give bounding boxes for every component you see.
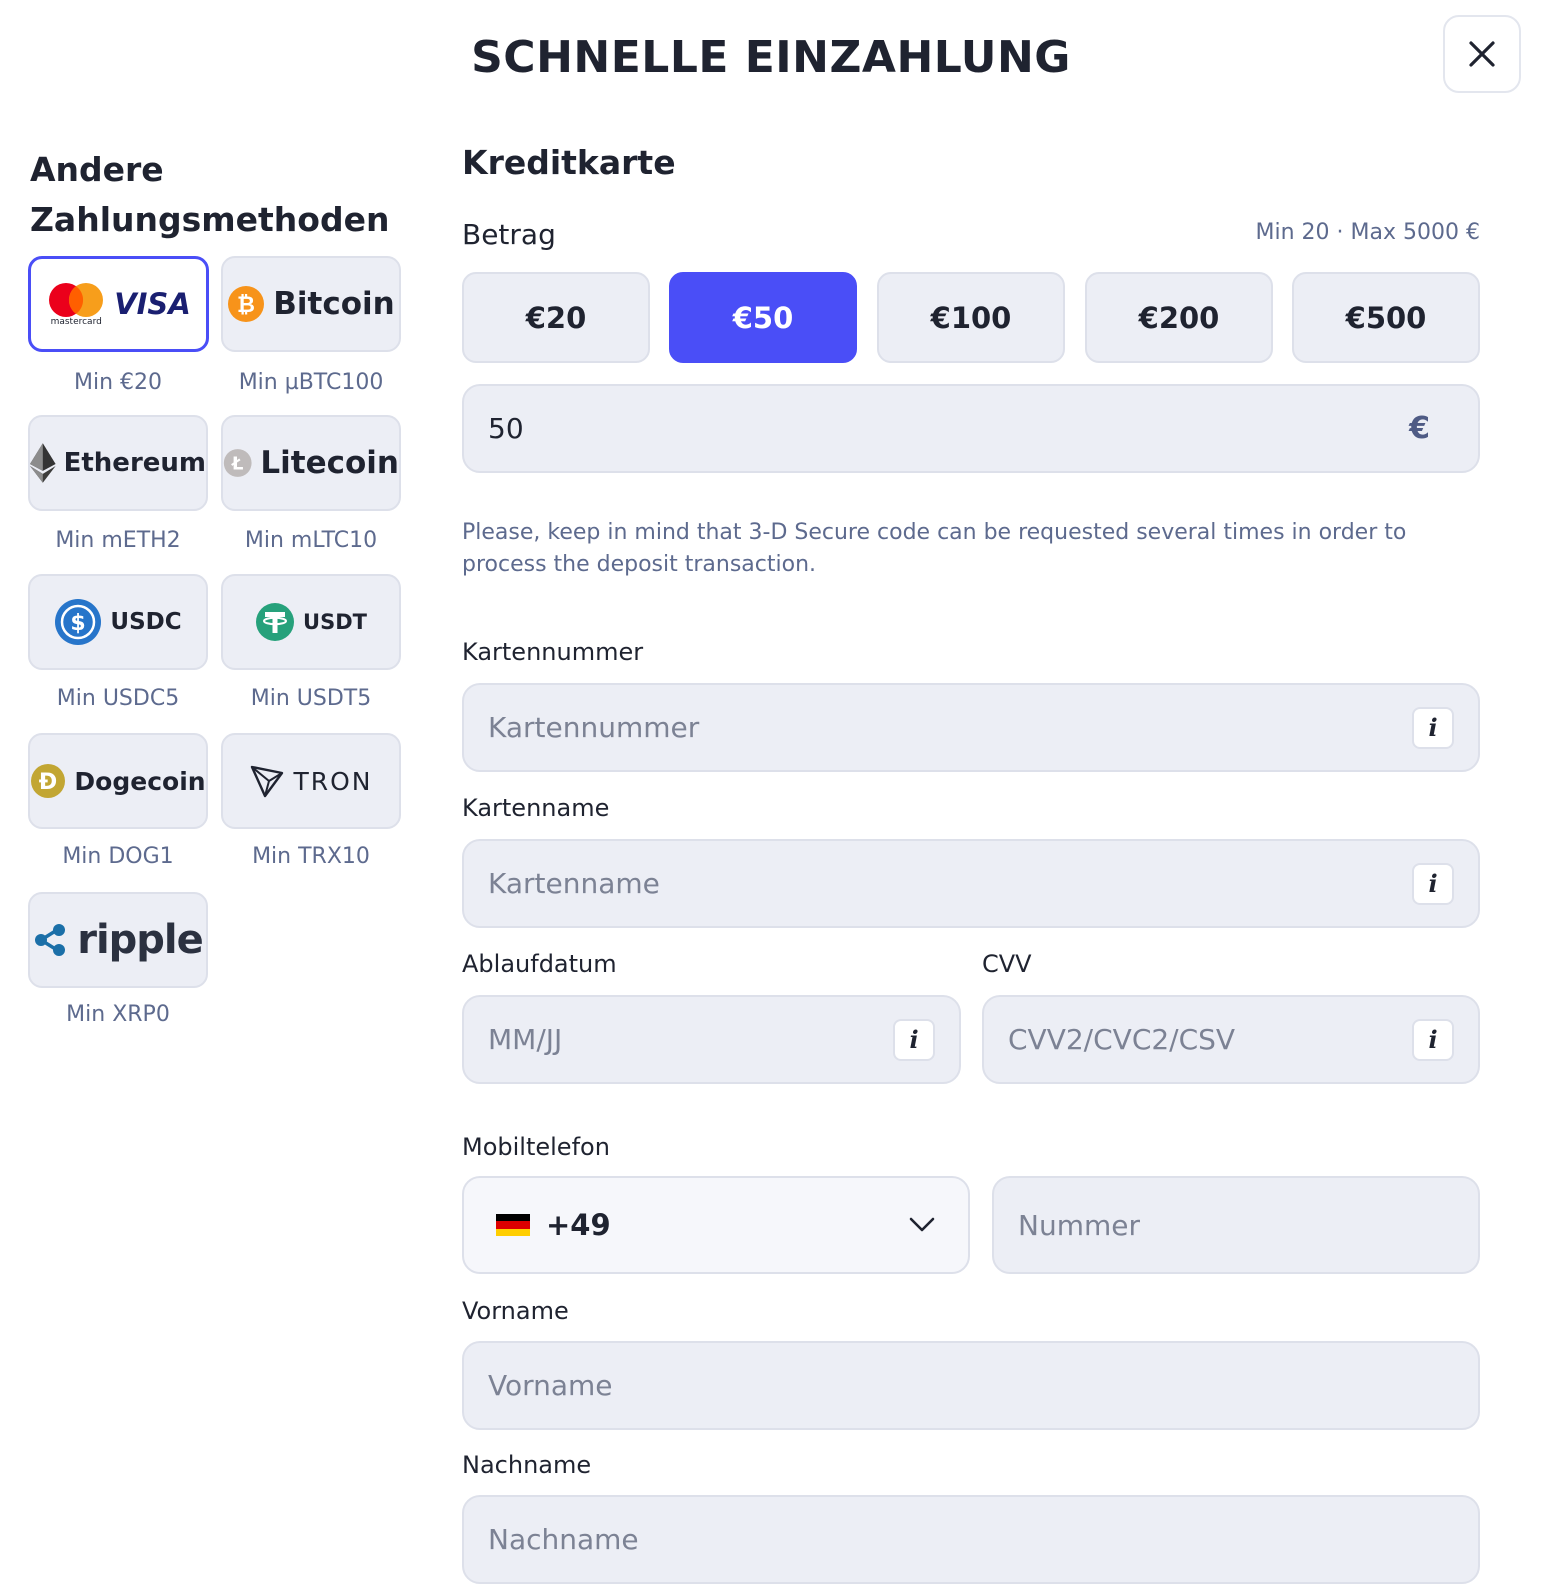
first-name-label: Vorname — [462, 1297, 569, 1325]
dial-code: +49 — [546, 1208, 611, 1242]
tron-icon — [251, 765, 284, 798]
first-name-input[interactable] — [488, 1369, 1454, 1402]
bitcoin-icon: ₿ — [228, 286, 265, 322]
expiry-info-icon[interactable]: i — [893, 1018, 935, 1061]
card-name-input[interactable] — [488, 867, 1412, 900]
expiry-input[interactable] — [488, 1023, 893, 1056]
method-tron[interactable]: TRON — [221, 733, 401, 829]
method-tron-min: Min TRX10 — [252, 844, 370, 869]
amount-field: € — [462, 384, 1480, 473]
visa-label: VISA — [114, 287, 191, 321]
amount-preset-500[interactable]: €500 — [1292, 272, 1480, 363]
method-bitcoin-min: Min µBTC100 — [238, 370, 384, 395]
method-litecoin-min: Min mLTC10 — [244, 528, 378, 553]
usdt-label: USDT — [303, 610, 367, 634]
svg-text:₿: ₿ — [237, 293, 255, 318]
card-number-info-icon[interactable]: i — [1412, 706, 1454, 749]
method-usdc[interactable]: $ USDC — [28, 574, 208, 670]
amount-preset-20[interactable]: €20 — [462, 272, 650, 363]
method-ethereum-min: Min mETH2 — [55, 528, 181, 553]
method-ripple-min: Min XRP0 — [66, 1002, 170, 1027]
amount-input[interactable] — [488, 412, 1410, 445]
ethereum-icon — [30, 443, 56, 483]
expiry-label: Ablaufdatum — [462, 950, 617, 978]
germany-flag-icon — [496, 1214, 530, 1236]
last-name-input[interactable] — [488, 1523, 1454, 1556]
method-dogecoin-min: Min DOG1 — [62, 844, 174, 869]
last-name-label: Nachname — [462, 1451, 592, 1479]
close-button[interactable] — [1443, 15, 1521, 93]
country-code-select[interactable]: +49 — [462, 1176, 970, 1274]
first-name-field — [462, 1341, 1480, 1430]
svg-text:Ł: Ł — [231, 454, 244, 475]
amount-label: Betrag — [462, 218, 556, 251]
amount-range: Min 20 · Max 5000 € — [1255, 220, 1480, 245]
svg-text:$: $ — [71, 611, 86, 636]
ripple-label: ripple — [77, 917, 204, 963]
ripple-icon — [35, 924, 66, 956]
phone-label: Mobiltelefon — [462, 1133, 610, 1161]
expiry-field: i — [462, 995, 961, 1084]
method-dogecoin[interactable]: Ð Dogecoin — [28, 733, 208, 829]
dogecoin-icon: Ð — [31, 764, 66, 798]
section-title: Kreditkarte — [462, 143, 676, 182]
method-usdc-min: Min USDC5 — [56, 686, 180, 711]
cvv-field: i — [982, 995, 1480, 1084]
card-number-input[interactable] — [488, 711, 1412, 744]
card-name-field: i — [462, 839, 1480, 928]
svg-text:Ð: Ð — [39, 770, 57, 795]
card-number-field: i — [462, 683, 1480, 772]
card-name-info-icon[interactable]: i — [1412, 862, 1454, 905]
mastercard-icon: mastercard — [46, 281, 106, 327]
bitcoin-label: Bitcoin — [273, 286, 395, 322]
amount-preset-50[interactable]: €50 — [669, 272, 857, 363]
close-icon — [1469, 41, 1495, 67]
phone-number-field — [992, 1176, 1480, 1274]
other-methods-title: Andere Zahlungsmethoden — [30, 150, 390, 239]
litecoin-icon: Ł — [223, 449, 252, 477]
mastercard-wordmark: mastercard — [50, 317, 102, 327]
cvv-input[interactable] — [1008, 1023, 1412, 1056]
tether-icon — [256, 603, 295, 641]
method-ethereum[interactable]: Ethereum — [28, 415, 208, 511]
method-usdt-min: Min USDT5 — [250, 686, 372, 711]
chevron-down-icon — [909, 1217, 935, 1232]
usdc-label: USDC — [110, 609, 182, 635]
currency-symbol: € — [1409, 411, 1430, 446]
litecoin-label: Litecoin — [260, 445, 399, 481]
method-card-min: Min €20 — [73, 370, 163, 395]
method-card[interactable]: mastercard VISA — [28, 256, 209, 352]
ethereum-label: Ethereum — [63, 448, 206, 478]
cvv-label: CVV — [982, 950, 1032, 978]
method-ripple[interactable]: ripple — [28, 892, 208, 988]
amount-preset-200[interactable]: €200 — [1085, 272, 1273, 363]
card-number-label: Kartennummer — [462, 638, 644, 666]
dialog-title: SCHNELLE EINZAHLUNG — [471, 32, 1071, 83]
cvv-info-icon[interactable]: i — [1412, 1018, 1454, 1061]
amount-preset-100[interactable]: €100 — [877, 272, 1065, 363]
method-bitcoin[interactable]: ₿ Bitcoin — [221, 256, 401, 352]
phone-number-input[interactable] — [1018, 1208, 1454, 1242]
method-usdt[interactable]: USDT — [221, 574, 401, 670]
usdc-icon: $ — [55, 599, 102, 645]
dogecoin-label: Dogecoin — [74, 766, 206, 796]
last-name-field — [462, 1495, 1480, 1584]
tron-label: TRON — [293, 766, 373, 796]
method-litecoin[interactable]: Ł Litecoin — [221, 415, 401, 511]
3ds-notice: Please, keep in mind that 3-D Secure cod… — [462, 520, 1407, 577]
card-name-label: Kartenname — [462, 794, 610, 822]
